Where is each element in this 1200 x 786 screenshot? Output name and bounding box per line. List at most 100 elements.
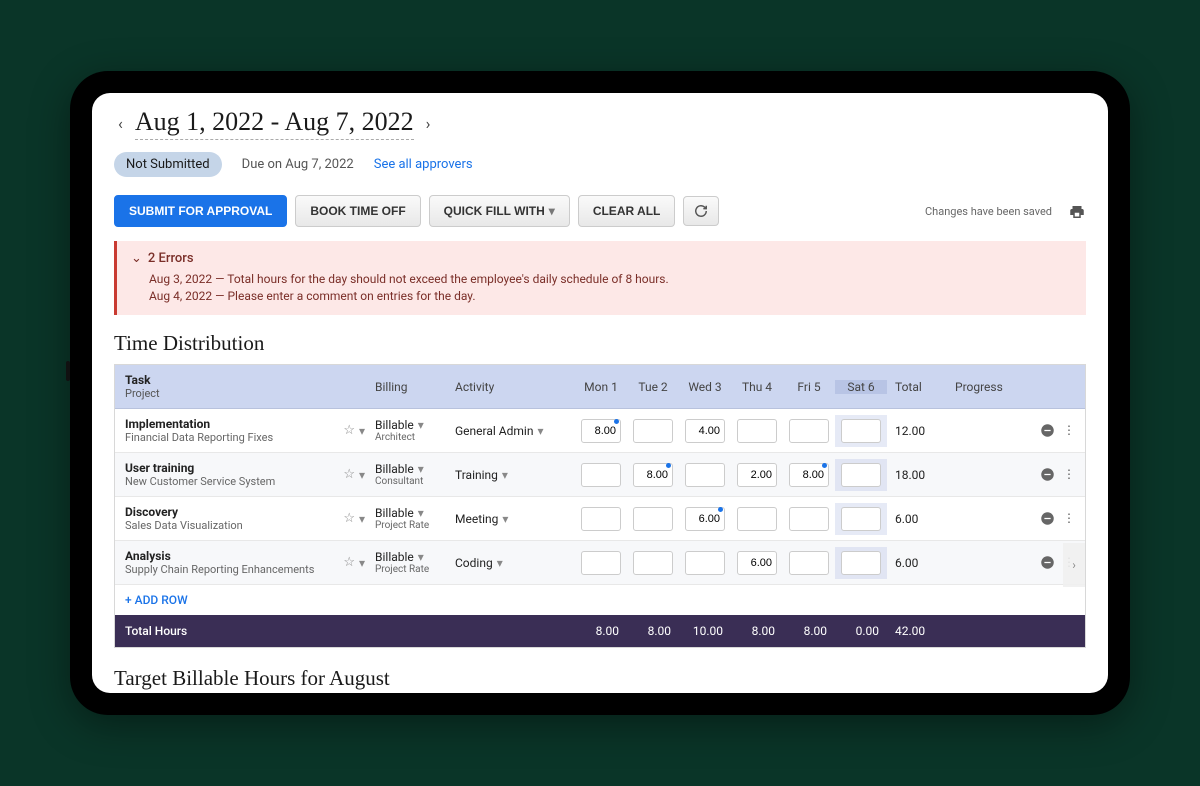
due-text: Due on Aug 7, 2022 — [242, 157, 354, 172]
billing-value[interactable]: Billable ▾ — [375, 506, 455, 520]
total-day: 8.00 — [731, 624, 783, 638]
hours-input[interactable] — [737, 551, 777, 575]
hours-input[interactable] — [841, 463, 881, 487]
hours-input[interactable] — [737, 463, 777, 487]
hours-input[interactable] — [581, 463, 621, 487]
remove-row-button[interactable] — [1040, 423, 1055, 438]
status-badge: Not Submitted — [114, 152, 222, 177]
col-total: Total — [887, 380, 947, 394]
minus-circle-icon — [1040, 423, 1055, 438]
billing-value[interactable]: Billable ▾ — [375, 550, 455, 564]
date-range[interactable]: Aug 1, 2022 - Aug 7, 2022 — [135, 107, 414, 140]
activity-select[interactable]: Meeting▾ — [455, 512, 575, 526]
table-row: Analysis Supply Chain Reporting Enhancem… — [115, 541, 1085, 585]
refresh-icon — [694, 204, 708, 218]
error-panel: ⌄ 2 Errors Aug 3, 2022 — Total hours for… — [114, 241, 1086, 315]
comment-indicator-icon — [718, 507, 723, 512]
chevron-down-icon: ⌄ — [131, 251, 142, 266]
remove-row-button[interactable] — [1040, 555, 1055, 570]
total-day: 8.00 — [783, 624, 835, 638]
prev-week-arrow[interactable]: ‹ — [114, 110, 127, 137]
project-name: Sales Data Visualization — [125, 519, 343, 532]
clear-all-button[interactable]: CLEAR ALL — [578, 195, 676, 227]
remove-row-button[interactable] — [1040, 511, 1055, 526]
grand-total: 42.00 — [887, 624, 947, 638]
hours-input[interactable] — [685, 551, 725, 575]
task-name: Analysis — [125, 549, 343, 563]
hours-input[interactable] — [841, 419, 881, 443]
total-day: 8.00 — [575, 624, 627, 638]
hours-input[interactable] — [633, 419, 673, 443]
activity-select[interactable]: Coding▾ — [455, 556, 575, 570]
refresh-button[interactable] — [683, 196, 719, 227]
hours-input[interactable] — [841, 551, 881, 575]
hours-input[interactable] — [685, 463, 725, 487]
minus-circle-icon — [1040, 511, 1055, 526]
col-day: Tue 2 — [627, 380, 679, 394]
hours-input[interactable] — [633, 507, 673, 531]
submit-button[interactable]: SUBMIT FOR APPROVAL — [114, 195, 287, 227]
row-more-button[interactable]: ⋮ — [1063, 511, 1075, 525]
star-icon[interactable]: ☆ — [343, 423, 355, 438]
task-name: User training — [125, 461, 343, 475]
caret-down-icon[interactable]: ▾ — [359, 512, 365, 526]
activity-select[interactable]: General Admin▾ — [455, 424, 575, 438]
comment-indicator-icon — [822, 463, 827, 468]
col-task: Task — [125, 373, 365, 387]
error-line: Aug 4, 2022 — Please enter a comment on … — [131, 289, 1072, 303]
task-name: Implementation — [125, 417, 343, 431]
minus-circle-icon — [1040, 555, 1055, 570]
rate-value: Architect — [375, 432, 455, 443]
row-total: 6.00 — [887, 556, 947, 570]
add-row-button[interactable]: + ADD ROW — [115, 585, 1085, 615]
minus-circle-icon — [1040, 467, 1055, 482]
star-icon[interactable]: ☆ — [343, 555, 355, 570]
star-icon[interactable]: ☆ — [343, 467, 355, 482]
billing-value[interactable]: Billable ▾ — [375, 462, 455, 476]
scroll-right-button[interactable]: › — [1063, 543, 1085, 587]
caret-down-icon[interactable]: ▾ — [359, 556, 365, 570]
col-day: Thu 4 — [731, 380, 783, 394]
hours-input[interactable] — [789, 507, 829, 531]
next-week-arrow[interactable]: › — [422, 110, 435, 137]
col-day: Sat 6 — [835, 380, 887, 394]
project-name: New Customer Service System — [125, 475, 343, 488]
col-day: Wed 3 — [679, 380, 731, 394]
table-row: User training New Customer Service Syste… — [115, 453, 1085, 497]
hours-input[interactable] — [841, 507, 881, 531]
hours-input[interactable] — [685, 419, 725, 443]
print-icon — [1068, 203, 1086, 221]
row-total: 6.00 — [887, 512, 947, 526]
caret-down-icon[interactable]: ▾ — [359, 424, 365, 438]
project-name: Financial Data Reporting Fixes — [125, 431, 343, 444]
comment-indicator-icon — [666, 463, 671, 468]
timesheet-grid: Task Project Billing Activity Mon 1 Tue … — [114, 364, 1086, 648]
col-progress: Progress — [947, 380, 1085, 394]
hours-input[interactable] — [581, 507, 621, 531]
book-time-off-button[interactable]: BOOK TIME OFF — [295, 195, 420, 227]
star-icon[interactable]: ☆ — [343, 511, 355, 526]
row-more-button[interactable]: ⋮ — [1063, 423, 1075, 437]
hours-input[interactable] — [581, 551, 621, 575]
saved-text: Changes have been saved — [925, 205, 1052, 218]
project-name: Supply Chain Reporting Enhancements — [125, 563, 343, 576]
print-button[interactable] — [1068, 201, 1086, 221]
total-day: 0.00 — [835, 624, 887, 638]
activity-select[interactable]: Training▾ — [455, 468, 575, 482]
error-line: Aug 3, 2022 — Total hours for the day sh… — [131, 272, 1072, 286]
hours-input[interactable] — [633, 551, 673, 575]
hours-input[interactable] — [737, 507, 777, 531]
quick-fill-button[interactable]: QUICK FILL WITH▾ — [429, 195, 570, 227]
see-approvers-link[interactable]: See all approvers — [374, 157, 473, 172]
table-row: Discovery Sales Data Visualization ☆ ▾ B… — [115, 497, 1085, 541]
total-day: 8.00 — [627, 624, 679, 638]
remove-row-button[interactable] — [1040, 467, 1055, 482]
hours-input[interactable] — [789, 551, 829, 575]
error-header[interactable]: ⌄ 2 Errors — [131, 251, 1072, 266]
hours-input[interactable] — [737, 419, 777, 443]
billing-value[interactable]: Billable ▾ — [375, 418, 455, 432]
row-more-button[interactable]: ⋮ — [1063, 467, 1075, 481]
hours-input[interactable] — [789, 419, 829, 443]
caret-down-icon[interactable]: ▾ — [359, 468, 365, 482]
totals-label: Total Hours — [115, 624, 575, 638]
